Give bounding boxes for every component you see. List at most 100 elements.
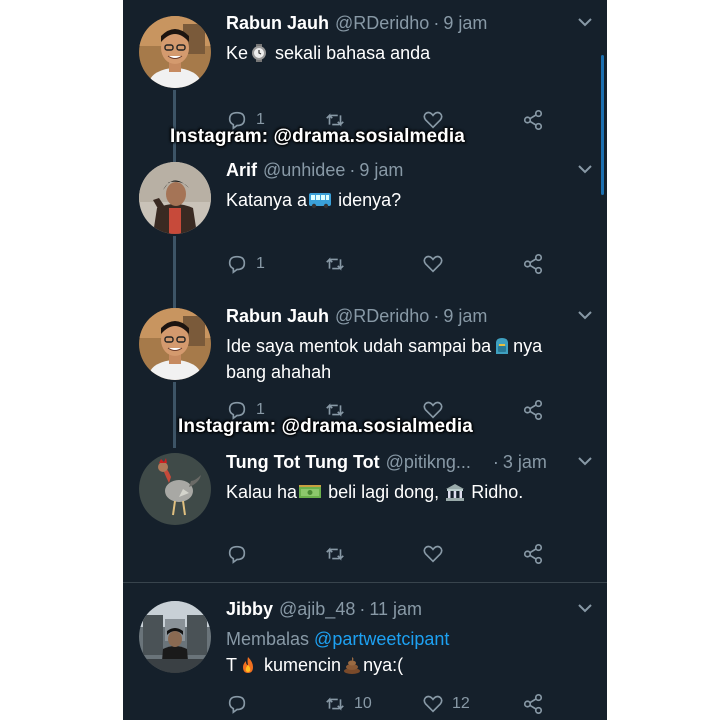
user-handle[interactable]: @ajib_48 [279, 599, 355, 620]
reply-to-label: Membalas [226, 629, 310, 649]
like-button[interactable] [422, 542, 452, 566]
share-button[interactable] [522, 108, 544, 132]
tweet-text: Ke sekali bahasa anda [226, 40, 586, 66]
retweet-icon [326, 697, 344, 711]
like-button[interactable]: 12 [422, 692, 470, 716]
scrollbar[interactable] [601, 55, 604, 195]
like-button[interactable] [422, 252, 452, 276]
display-name[interactable]: Arif [226, 160, 257, 181]
text-segment: Ke [226, 43, 249, 63]
text-segment: Ide saya mentok udah sampai ba [226, 336, 492, 356]
backpack-emoji [492, 337, 512, 355]
user-handle[interactable]: @pitikng... [386, 452, 471, 473]
avatar[interactable] [139, 16, 211, 88]
bus-emoji [308, 191, 332, 209]
user-handle[interactable]: @unhidee [263, 160, 345, 181]
display-name[interactable]: Jibby [226, 599, 273, 620]
text-segment: nya:( [363, 655, 404, 675]
text-segment: beli lagi dong, [328, 482, 440, 502]
tweet-header: Jibby @ajib_48 · 11 jam [226, 596, 422, 622]
retweet-button[interactable]: 10 [324, 692, 372, 716]
reply-button[interactable]: 1 [226, 252, 265, 276]
share-icon [523, 254, 543, 274]
share-button[interactable] [522, 542, 544, 566]
tweet-text: Katanya a idenya? [226, 187, 586, 213]
tweet-actions: 1 [226, 252, 566, 276]
share-icon [523, 110, 543, 130]
like-count: 12 [452, 695, 470, 712]
share-button[interactable] [522, 692, 544, 716]
user-handle[interactable]: @RDeridho [335, 13, 429, 34]
timestamp[interactable]: 9 jam [443, 306, 487, 327]
retweet-count: 10 [354, 695, 372, 712]
display-name[interactable]: Tung Tot Tung Tot [226, 452, 380, 473]
avatar[interactable] [139, 453, 211, 525]
poop-emoji [342, 656, 362, 674]
retweet-icon [326, 257, 344, 271]
avatar[interactable] [139, 162, 211, 234]
instagram-watermark: Instagram: @drama.sosialmedia [178, 416, 473, 437]
text-segment: T [226, 655, 237, 675]
tweet-header: Tung Tot Tung Tot @pitikng... · 3 jam [226, 449, 547, 475]
watch-emoji [249, 44, 269, 62]
text-segment: Katanya a [226, 190, 308, 210]
heart-icon [423, 545, 443, 563]
chevron-down-icon[interactable] [577, 455, 593, 467]
tweet-header: Rabun Jauh @RDeridho · 9 jam [226, 303, 487, 329]
chevron-down-icon[interactable] [577, 602, 593, 614]
tweet-text: Membalas @partweetcipant T kumencin nya:( [226, 626, 586, 678]
share-icon [523, 400, 543, 420]
heart-icon [423, 255, 443, 273]
avatar[interactable] [139, 308, 211, 380]
tweet-header: Rabun Jauh @RDeridho · 9 jam [226, 10, 487, 36]
text-segment: sekali bahasa anda [275, 43, 431, 63]
retweet-icon [326, 547, 344, 561]
share-icon [523, 694, 543, 714]
cash-emoji [298, 483, 322, 501]
text-segment: nya [513, 336, 543, 356]
tweet-actions: 10 12 [226, 692, 566, 716]
thread-line [173, 382, 176, 448]
reply-button[interactable] [226, 692, 256, 716]
timestamp[interactable]: 9 jam [359, 160, 403, 181]
timestamp[interactable]: 3 jam [503, 452, 547, 473]
tweet-text: Kalau ha beli lagi dong, Ridho. [226, 479, 586, 505]
chevron-down-icon[interactable] [577, 16, 593, 28]
display-name[interactable]: Rabun Jauh [226, 306, 329, 327]
chevron-down-icon[interactable] [577, 163, 593, 175]
reply-to-mention[interactable]: @partweetcipant [314, 629, 449, 649]
share-icon [523, 544, 543, 564]
tweet-text: Ide saya mentok udah sampai ba nya bang a… [226, 333, 586, 385]
twitter-thread-screen: Rabun Jauh @RDeridho · 9 jam Ke sekali b… [123, 0, 607, 720]
tweet-actions [226, 542, 566, 566]
display-name[interactable]: Rabun Jauh [226, 13, 329, 34]
user-handle[interactable]: @RDeridho [335, 306, 429, 327]
avatar[interactable] [139, 601, 211, 673]
text-segment: idenya? [338, 190, 402, 210]
tweet-header: Arif @unhidee · 9 jam [226, 157, 403, 183]
instagram-watermark: Instagram: @drama.sosialmedia [170, 126, 465, 147]
separator: · [433, 305, 440, 326]
separator: · [349, 159, 356, 180]
reply-button[interactable] [226, 542, 256, 566]
separator: · [359, 598, 366, 619]
separator: · [492, 451, 499, 472]
share-button[interactable] [522, 252, 544, 276]
timestamp[interactable]: 11 jam [369, 599, 422, 620]
reply-count: 1 [256, 255, 265, 272]
share-button[interactable] [522, 398, 544, 422]
timestamp[interactable]: 9 jam [443, 13, 487, 34]
retweet-button[interactable] [324, 252, 354, 276]
retweet-button[interactable] [324, 542, 354, 566]
divider [123, 582, 607, 583]
separator: · [433, 12, 440, 33]
heart-icon [423, 695, 443, 713]
text-segment: bang ahahah [226, 362, 332, 382]
fire-emoji [238, 656, 258, 674]
text-segment: Kalau ha [226, 482, 298, 502]
reply-icon [228, 695, 246, 714]
chevron-down-icon[interactable] [577, 309, 593, 321]
text-segment: kumencin [264, 655, 342, 675]
bank-emoji [445, 483, 465, 501]
text-segment: Ridho. [471, 482, 524, 502]
